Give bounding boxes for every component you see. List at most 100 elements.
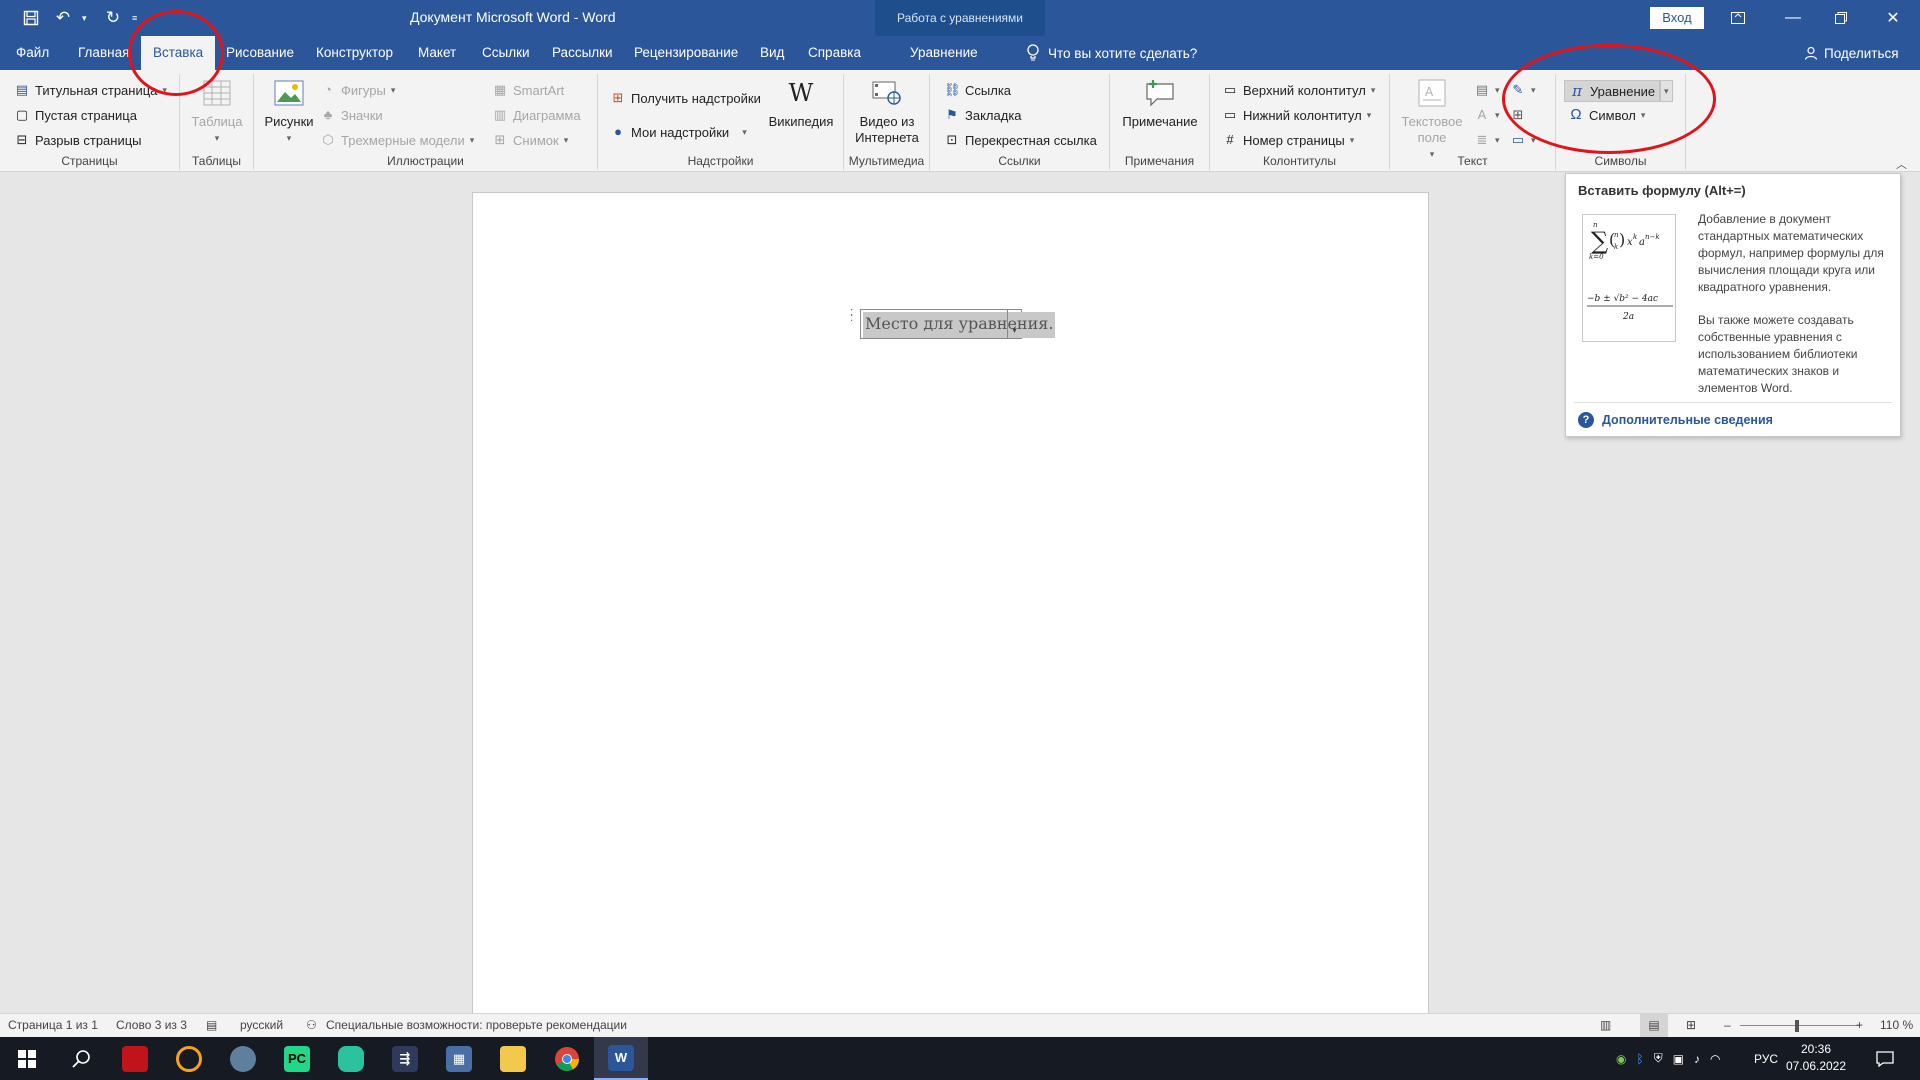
comment-button[interactable]: Примечание xyxy=(1118,76,1202,130)
tab-insert[interactable]: Вставка xyxy=(141,36,216,70)
tab-help[interactable]: Справка xyxy=(808,36,861,70)
ribbon-display-options-icon[interactable] xyxy=(1715,0,1761,36)
notifications-icon[interactable] xyxy=(1858,1037,1912,1080)
app-media-icon[interactable] xyxy=(162,1037,216,1080)
read-mode-icon[interactable]: ▥ xyxy=(1600,1014,1611,1037)
zoom-level[interactable]: 110 % xyxy=(1880,1014,1913,1037)
tab-home[interactable]: Главная xyxy=(78,36,129,70)
calculator-icon[interactable]: ▦ xyxy=(432,1037,486,1080)
header-button[interactable]: ▭ Верхний колонтитул ▾ xyxy=(1222,82,1376,98)
tell-me-more-link[interactable]: ? Дополнительные сведения xyxy=(1578,412,1773,428)
screenshot-button[interactable]: ⊞ Снимок ▾ xyxy=(492,132,569,148)
tab-mailings[interactable]: Рассылки xyxy=(552,36,613,70)
pictures-button[interactable]: Рисунки ▾ xyxy=(264,76,314,146)
equation-placeholder-text[interactable]: Место для уравнения. xyxy=(863,312,1056,338)
page-break-button[interactable]: ⊟ Разрыв страницы xyxy=(14,132,142,148)
redo-icon[interactable]: ↻ xyxy=(100,6,126,30)
bluetooth-icon[interactable]: ᛒ xyxy=(1636,1052,1643,1066)
shapes-button[interactable]: ◔ Фигуры ▾ xyxy=(320,82,395,98)
smartart-button[interactable]: ▦ SmartArt xyxy=(492,82,564,98)
save-icon[interactable] xyxy=(18,6,44,30)
quick-parts-icon[interactable]: ▤ ▾ xyxy=(1474,82,1500,98)
3d-models-button[interactable]: ⬡ Трехмерные модели ▾ xyxy=(320,132,474,148)
symbol-button[interactable]: Ω Символ ▾ xyxy=(1568,107,1645,123)
restore-icon[interactable] xyxy=(1818,0,1864,36)
table-button[interactable]: Таблица ▾ xyxy=(192,76,243,146)
date-time-icon[interactable]: ⊞ xyxy=(1510,107,1526,123)
undo-dropdown-icon[interactable]: ▾ xyxy=(82,13,94,24)
page-number-button[interactable]: # Номер страницы ▾ xyxy=(1222,132,1354,148)
icons-button[interactable]: ♣ Значки xyxy=(320,107,383,123)
search-icon[interactable] xyxy=(54,1037,108,1080)
tab-equation[interactable]: Уравнение xyxy=(910,36,978,70)
sign-in-button[interactable]: Вход xyxy=(1650,7,1704,29)
title-page-button[interactable]: ▤ Титульная страница ▾ xyxy=(14,82,167,98)
chart-button[interactable]: ▥ Диаграмма xyxy=(492,107,581,123)
tab-design[interactable]: Конструктор xyxy=(316,36,393,70)
tab-layout[interactable]: Макет xyxy=(418,36,456,70)
wordart-icon[interactable]: A ▾ xyxy=(1474,107,1500,123)
app-red-icon[interactable] xyxy=(108,1037,162,1080)
blank-page-button[interactable]: ▢ Пустая страница xyxy=(14,107,137,123)
my-addins-button[interactable]: ● Мои надстройки ▾ xyxy=(610,124,747,140)
tab-references[interactable]: Ссылки xyxy=(482,36,530,70)
web-layout-icon[interactable]: ⊞ xyxy=(1686,1014,1696,1037)
object-icon[interactable]: ▭ ▾ xyxy=(1510,132,1536,148)
tab-review[interactable]: Рецензирование xyxy=(634,36,738,70)
zoom-out-button[interactable]: – xyxy=(1724,1014,1731,1037)
link-button[interactable]: ⛓ Ссылка xyxy=(944,82,1011,98)
system-clock[interactable]: 20:36 07.06.2022 xyxy=(1780,1041,1852,1075)
print-layout-icon[interactable]: ▤ xyxy=(1640,1014,1668,1037)
tab-view[interactable]: Вид xyxy=(760,36,784,70)
equation-dropdown-button[interactable]: ▾ xyxy=(1660,80,1673,102)
tell-me-box[interactable]: Что вы хотите сделать? xyxy=(1026,36,1197,70)
accessibility-status[interactable]: Специальные возможности: проверьте реком… xyxy=(326,1014,627,1037)
cross-reference-button[interactable]: ⊡ Перекрестная ссылка xyxy=(944,132,1097,148)
minimize-icon[interactable]: — xyxy=(1770,0,1816,36)
tray-app-icon[interactable]: ◉ xyxy=(1616,1052,1626,1066)
collapse-ribbon-icon[interactable]: ︿ xyxy=(1896,156,1907,172)
word-taskbar-icon[interactable]: W xyxy=(594,1037,648,1080)
tray-app2-icon[interactable]: ▣ xyxy=(1673,1052,1684,1066)
footer-button[interactable]: ▭ Нижний колонтитул ▾ xyxy=(1222,107,1371,123)
chrome-icon[interactable] xyxy=(540,1037,594,1080)
tab-file[interactable]: Файл xyxy=(16,36,49,70)
windows-start-icon[interactable] xyxy=(0,1037,54,1080)
zoom-slider[interactable] xyxy=(1740,1025,1860,1026)
document-page[interactable]: ⁚ ⁚ Место для уравнения. ▾ xyxy=(472,192,1429,1013)
pycharm-icon[interactable]: PC xyxy=(270,1037,324,1080)
equation-options-dropdown[interactable]: ▾ xyxy=(1007,310,1021,338)
share-button[interactable]: Поделиться xyxy=(1804,36,1899,70)
tab-draw[interactable]: Рисование xyxy=(226,36,294,70)
move-handle-icon[interactable]: ⁚ ⁚ xyxy=(850,309,859,325)
app-green-icon[interactable] xyxy=(324,1037,378,1080)
page-count[interactable]: Страница 1 из 1 xyxy=(8,1014,98,1037)
customize-qat-icon[interactable]: ≡ xyxy=(132,13,144,23)
equation-button[interactable]: π Уравнение xyxy=(1564,80,1661,102)
drop-cap-icon[interactable]: ≣ ▾ xyxy=(1474,132,1500,148)
input-language[interactable]: РУС xyxy=(1754,1037,1778,1080)
get-addins-button[interactable]: ⊞ Получить надстройки xyxy=(610,90,761,106)
network-icon[interactable]: ◠ xyxy=(1710,1052,1720,1066)
language-indicator[interactable]: русский xyxy=(240,1014,283,1037)
accessibility-icon[interactable]: ⚇ xyxy=(306,1014,317,1037)
equation-placeholder-box[interactable]: ⁚ ⁚ Место для уравнения. ▾ xyxy=(850,309,1056,339)
signature-line-icon[interactable]: ✎ ▾ xyxy=(1510,82,1536,98)
app-pinwheel-icon[interactable] xyxy=(216,1037,270,1080)
tooltip-divider xyxy=(1574,402,1892,403)
wikipedia-button[interactable]: W Википедия xyxy=(769,76,834,130)
zoom-in-button[interactable]: + xyxy=(1856,1014,1863,1037)
defender-icon[interactable]: ⛨ xyxy=(1654,1051,1663,1066)
word-count[interactable]: Слово 3 из 3 xyxy=(116,1014,187,1037)
close-icon[interactable]: ✕ xyxy=(1870,0,1916,36)
app-arrow-icon[interactable]: ⇶ xyxy=(378,1037,432,1080)
undo-icon[interactable]: ↶ xyxy=(50,6,76,30)
bookmark-button[interactable]: ⚑ Закладка xyxy=(944,107,1021,123)
online-video-button[interactable]: Видео из Интернета xyxy=(850,76,924,146)
proofing-icon[interactable]: ▤ xyxy=(206,1014,217,1037)
zoom-slider-thumb[interactable] xyxy=(1795,1020,1799,1032)
text-box-button[interactable]: A Текстовое поле ▾ xyxy=(1396,76,1468,162)
chevron-down-icon: ▾ xyxy=(1664,85,1669,96)
file-explorer-icon[interactable] xyxy=(486,1037,540,1080)
volume-icon[interactable]: ♪ xyxy=(1694,1052,1700,1066)
